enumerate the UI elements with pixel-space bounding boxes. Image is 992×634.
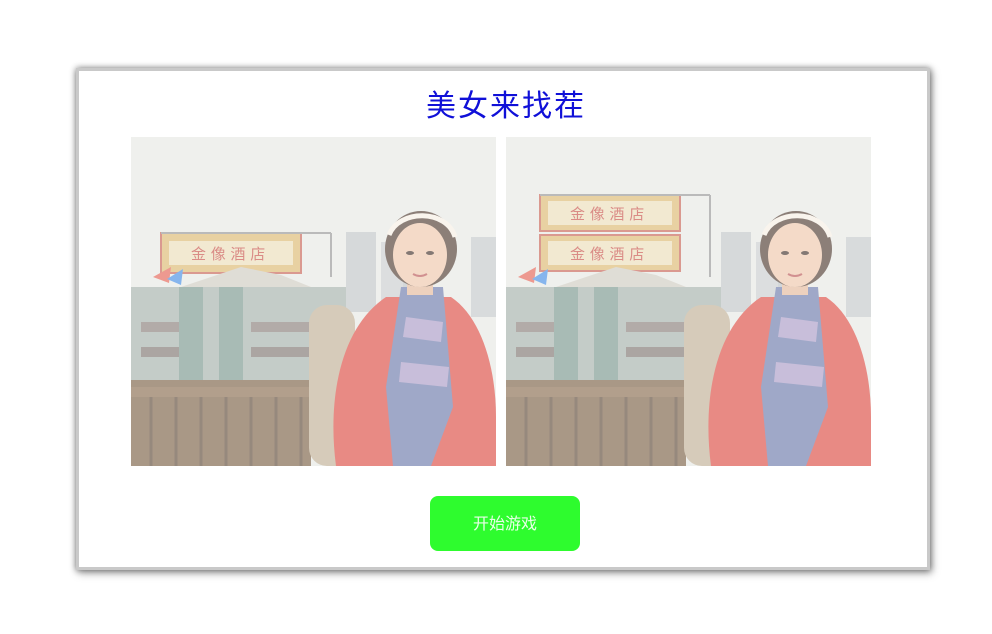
game-title: 美女来找茬	[426, 89, 586, 124]
game-panel: 美女来找茬 金 像 酒 店 金 像 酒 店 金 像 酒 店 开始游戏	[76, 68, 930, 570]
original-photo[interactable]: 金 像 酒 店	[131, 137, 496, 466]
photo-fade-overlay	[506, 137, 871, 466]
photo-fade-overlay	[131, 137, 496, 466]
modified-photo[interactable]: 金 像 酒 店 金 像 酒 店	[506, 137, 871, 466]
start-game-button[interactable]: 开始游戏	[430, 496, 580, 551]
